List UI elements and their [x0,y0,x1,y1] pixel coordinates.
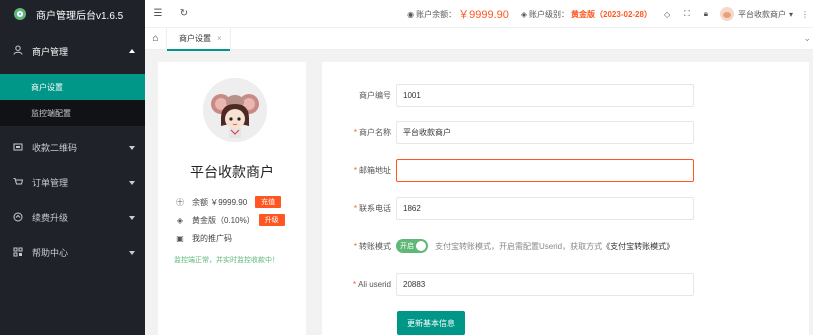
image-icon: ▣ [176,234,184,243]
row-email: * 邮箱地址 [322,159,694,182]
row-merchant-id: 商户编号 1001 [322,84,694,107]
field-label: * 转账模式 [353,241,391,251]
more-icon[interactable]: ⋮ [801,10,809,19]
merchant-form: 商户编号 1001 * 商户名称 平台收款商户 * 邮箱地址 * 联系电话 1862 … [322,62,809,335]
level-label: 账户级别： [529,9,570,19]
avatar [203,78,267,142]
sidebar-group-label: 帮助中心 [32,248,69,258]
sidebar-group-orders[interactable]: 订单管理 [0,165,145,200]
user-icon [12,45,24,57]
eye-logo-icon [14,8,26,20]
close-icon[interactable]: × [217,34,222,43]
refresh-icon[interactable]: ↻ [174,8,194,19]
level-line: ◈ 黄金版（0.10%） 升级 [174,214,285,226]
phone-field[interactable]: 1862 [396,197,694,220]
merchant-name-field[interactable]: 平台收款商户 [396,121,694,144]
upgrade-button[interactable]: 升级 [258,214,285,226]
shop-name: 平台收款商户 [190,164,274,180]
caret-up-icon [129,49,135,53]
sidebar-group-merchant[interactable]: 商户管理 [0,28,145,74]
field-label: * 邮箱地址 [353,166,391,175]
row-ali-userid: * Ali userid 20883 [322,273,694,296]
app-title: 商户管理后台v1.6.5 [36,10,124,22]
transfer-mode-toggle[interactable]: 开启 [396,239,428,253]
caret-down-icon [129,145,135,150]
theme-icon[interactable]: ◇ [664,10,670,19]
promo-line[interactable]: ▣ 我的推广码 [174,233,232,244]
fullscreen-icon[interactable]: ⛶ [684,9,690,19]
balance-line: ㊉ 余额 ￥9999.90 充值 [174,196,282,208]
transfer-mode-link[interactable]: 《支付宝转账模式》 [602,242,674,251]
recharge-button[interactable]: 充值 [255,196,282,208]
qrcode-icon [12,142,24,154]
sidebar-submenu: 商户设置 监控端配置 [0,74,145,126]
balance-value: ￥9999.90 [458,9,509,21]
sidebar-group-help[interactable]: 帮助中心 [0,235,145,270]
sidebar-item-label: 商户设置 [31,82,63,92]
chevron-down-icon: ▾ [788,9,793,19]
diamond-icon: ◈ [176,215,184,225]
help-icon [12,247,24,259]
field-label: 商户编号 [359,91,391,100]
sidebar-group-label: 商户管理 [32,46,69,57]
sidebar-item-label: 监控端配置 [31,108,71,118]
caret-down-icon [129,250,135,255]
caret-down-icon [129,215,135,220]
home-icon: ⌂ [152,33,159,44]
update-info-button[interactable]: 更新基本信息 [397,311,465,335]
row-transfer-mode: * 转账模式 开启 支付宝转账模式，开启需配置Userid，获取方式《支付宝转账模… [322,239,674,253]
top-header: ☰ ↻ ◉ 账户余额： ￥9999.90 ◈ 账户级别： 黄金版（2023-02… [145,0,813,28]
field-label: * 商户名称 [353,128,391,137]
sidebar: 商户管理后台v1.6.5 商户管理 商户设置 监控端配置 收款二维码 订单管理 [0,0,145,335]
upgrade-icon [12,212,24,224]
caret-down-icon [129,180,135,185]
lock-icon[interactable]: 🔒︎ [704,9,708,19]
sidebar-item-monitor-config[interactable]: 监控端配置 [0,100,145,126]
user-menu[interactable]: 平台收款商户 ▾ [719,7,793,21]
tab-merchant-settings[interactable]: 商户设置 × [167,27,231,51]
tab-label: 商户设置 [179,34,211,43]
menu-toggle-icon[interactable]: ☰ [148,8,168,19]
sidebar-group-upgrade[interactable]: 续费升级 [0,200,145,235]
level-info: ◈ 账户级别： 黄金版（2023-02-28） [521,9,652,20]
profile-level: 黄金版（0.10%） [192,215,255,225]
avatar [719,7,734,21]
row-merchant-name: * 商户名称 平台收款商户 [322,121,694,144]
wallet-icon: ◉ [407,9,415,19]
transfer-mode-desc: 支付宝转账模式，开启需配置Userid，获取方式《支付宝转账模式》 [435,241,675,251]
row-phone: * 联系电话 1862 [322,197,694,220]
sidebar-group-label: 收款二维码 [32,143,78,153]
balance-info: ◉ 账户余额： ￥9999.90 [407,6,509,22]
promo-code-link[interactable]: 我的推广码 [192,233,232,244]
diamond-icon: ◈ [520,9,528,19]
sidebar-group-qrcode[interactable]: 收款二维码 [0,130,145,165]
ali-userid-field[interactable]: 20883 [396,273,694,296]
profile-card: 平台收款商户 ㊉ 余额 ￥9999.90 充值 ◈ 黄金版（0.10%） 升级 … [158,62,306,335]
home-tab[interactable]: ⌂ [145,27,167,50]
sidebar-group-label: 订单管理 [32,178,69,188]
chevron-down-icon[interactable]: ⌄ [803,33,811,44]
merchant-id-field[interactable]: 1001 [396,84,694,107]
field-label: * 联系电话 [353,204,391,213]
email-field[interactable] [396,159,694,182]
cart-icon [12,177,24,189]
profile-balance: 余额 ￥9999.90 [192,197,248,207]
header-right: ◉ 账户余额： ￥9999.90 ◈ 账户级别： 黄金版（2023-02-28）… [407,0,813,28]
level-value: 黄金版（2023-02-28） [571,9,652,19]
username: 平台收款商户 [737,9,786,19]
brand[interactable]: 商户管理后台v1.6.5 [0,0,145,28]
balance-label: 账户余额： [416,9,457,19]
page-tabs: ⌂ 商户设置 × ⌄ [145,27,813,51]
sidebar-item-merchant-settings[interactable]: 商户设置 [0,74,145,100]
sidebar-group-label: 续费升级 [32,213,69,223]
monitor-status: 监控端正常，并实时监控收款中！ [174,257,279,264]
coin-icon: ㊉ [176,197,184,207]
field-label: * Ali userid [352,280,391,289]
